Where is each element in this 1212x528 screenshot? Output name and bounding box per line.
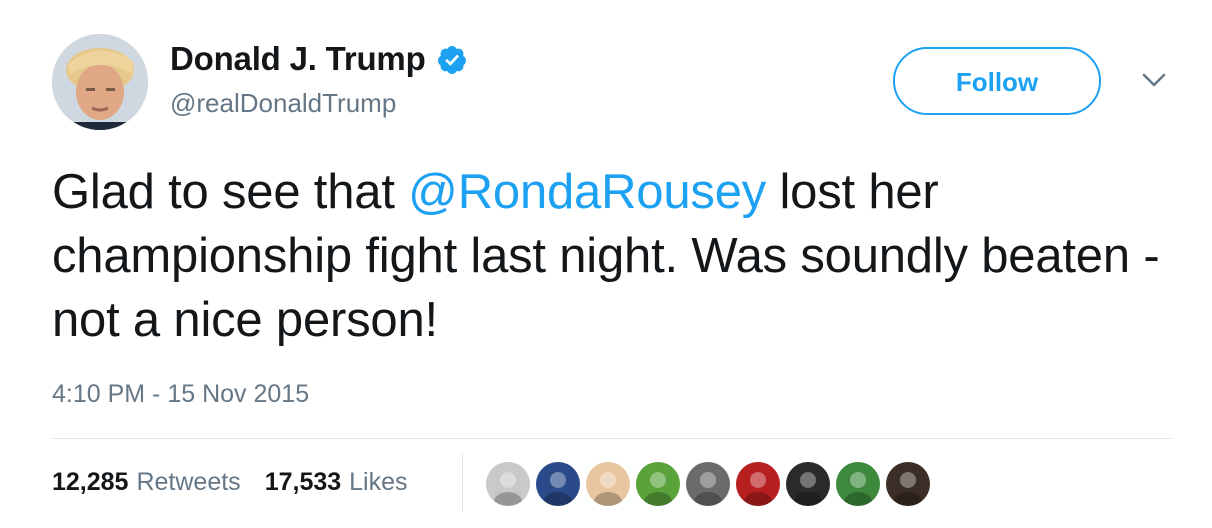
retweets-count: 12,285 xyxy=(52,468,129,496)
likes-label: Likes xyxy=(349,468,408,496)
tweet-timestamp[interactable]: 4:10 PM - 15 Nov 2015 xyxy=(52,380,309,409)
chevron-down-icon[interactable] xyxy=(1139,68,1169,92)
author-avatar[interactable] xyxy=(52,34,148,130)
tweet-text-before-mention: Glad to see that xyxy=(52,165,409,219)
liker-avatar-1[interactable] xyxy=(486,462,530,506)
liker-avatar-6[interactable] xyxy=(736,462,780,506)
likes-stat[interactable]: 17,533 Likes xyxy=(265,468,408,497)
liker-avatar-9[interactable] xyxy=(886,462,930,506)
tweet-text: Glad to see that @RondaRousey lost her c… xyxy=(52,160,1162,352)
verified-badge-icon xyxy=(436,44,468,76)
liker-avatar-8[interactable] xyxy=(836,462,880,506)
liker-avatar-5[interactable] xyxy=(686,462,730,506)
liker-avatar-7[interactable] xyxy=(786,462,830,506)
liker-avatar-4[interactable] xyxy=(636,462,680,506)
liker-avatar-2[interactable] xyxy=(536,462,580,506)
author-handle[interactable]: @realDonaldTrump xyxy=(170,88,396,119)
author-name-row: Donald J. Trump xyxy=(170,40,468,78)
author-display-name[interactable]: Donald J. Trump xyxy=(170,40,426,78)
follow-button[interactable]: Follow xyxy=(893,47,1101,115)
stats-separator xyxy=(462,454,463,512)
retweets-label: Retweets xyxy=(136,468,241,496)
tweet-card: Donald J. Trump @realDonaldTrump Follow … xyxy=(0,0,1212,528)
retweets-stat[interactable]: 12,285 Retweets xyxy=(52,468,241,497)
liker-avatar-3[interactable] xyxy=(586,462,630,506)
liker-avatars xyxy=(486,462,930,506)
divider xyxy=(52,438,1172,439)
mention-link[interactable]: @RondaRousey xyxy=(408,165,766,219)
tweet-stats: 12,285 Retweets 17,533 Likes xyxy=(52,468,432,497)
likes-count: 17,533 xyxy=(264,468,342,496)
